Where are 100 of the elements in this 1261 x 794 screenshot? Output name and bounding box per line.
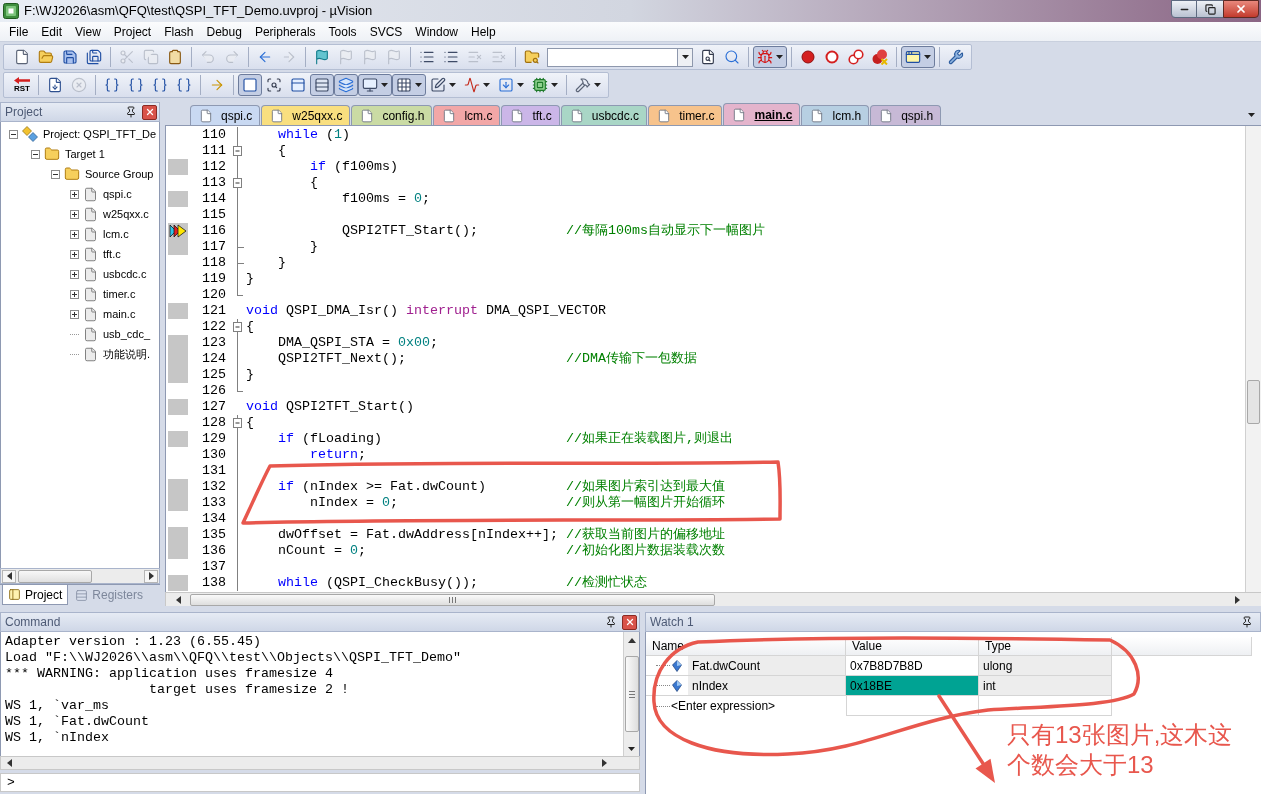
editor-tab[interactable]: timer.c (648, 105, 723, 125)
horizontal-scrollbar[interactable] (0, 568, 160, 584)
file-icon (270, 108, 285, 123)
window-title: F:\WJ2026\asm\QFQ\test\QSPI_TFT_Demo.uvproj - µVision (24, 2, 373, 21)
console-line: WS 1, `Fat.dwCount (5, 714, 149, 730)
expression-input[interactable]: <Enter expression> (671, 697, 831, 715)
caret-icon (681, 55, 689, 59)
tree-item[interactable]: usbcdc.c (103, 265, 147, 283)
tree-item[interactable]: Target 1 (65, 145, 105, 163)
horizontal-scrollbar[interactable] (165, 592, 1261, 606)
minimize-button[interactable] (1171, 0, 1197, 18)
overlapping-squares-icon (1204, 3, 1216, 15)
pin-icon[interactable] (125, 106, 137, 118)
panel-title: Command (5, 614, 61, 631)
up-triangle-icon (627, 637, 636, 643)
plus-box-icon[interactable] (70, 309, 79, 319)
minus-box-icon[interactable] (51, 169, 60, 179)
editor-tab[interactable]: config.h (351, 105, 433, 125)
vertical-scrollbar[interactable] (1245, 126, 1261, 592)
minus-box-icon[interactable] (31, 149, 40, 159)
code-line: nIndex = 0; //则从第一幅图片开始循环 (309, 495, 725, 511)
code-line: while (1) (277, 127, 350, 143)
editor-tab[interactable]: lcm.c (433, 105, 501, 125)
console-line: target uses framesize 2 ! (147, 682, 349, 698)
file-icon (732, 107, 747, 122)
toolbar-button[interactable]: RST (10, 74, 34, 96)
editor-tab[interactable]: tft.c (501, 105, 560, 125)
menu-item[interactable]: Flash (160, 21, 198, 42)
tree-item[interactable]: Project: QSPI_TFT_De (43, 125, 157, 143)
pin-icon[interactable] (1241, 616, 1253, 628)
line-number: 125 (202, 367, 226, 383)
tree-item[interactable]: timer.c (103, 285, 136, 303)
plus-box-icon[interactable] (70, 269, 79, 279)
tree-item[interactable]: main.c (103, 305, 136, 323)
menu-item[interactable]: Help (467, 21, 500, 42)
file-icon (83, 346, 98, 362)
menu-item[interactable]: Project (109, 21, 156, 42)
toolbar-button[interactable] (392, 74, 426, 96)
scrollbar-thumb[interactable] (1247, 380, 1260, 424)
file-icon (83, 326, 98, 342)
plus-box-icon[interactable] (70, 189, 79, 199)
plus-box-icon[interactable] (70, 209, 79, 219)
left-triangle-icon (6, 572, 12, 580)
scrollbar-thumb[interactable] (190, 593, 715, 606)
close-button[interactable] (1223, 0, 1259, 18)
empty-cell[interactable] (846, 696, 979, 716)
plus-box-icon[interactable] (70, 229, 79, 239)
line-number: 117 (202, 239, 226, 255)
empty-cell[interactable] (979, 696, 1112, 716)
scrollbar-thumb[interactable] (18, 569, 92, 583)
tree-item[interactable]: 功能说明. (103, 345, 151, 363)
editor-tab[interactable]: lcm.h (801, 105, 870, 125)
tree-item[interactable]: qspi.c (103, 185, 132, 203)
editor-tab[interactable]: w25qxx.c (261, 105, 351, 125)
code-line: { (309, 175, 318, 191)
tree-item[interactable]: Source Group (85, 165, 154, 183)
minus-box-icon[interactable] (9, 129, 18, 139)
line-number: 126 (202, 383, 226, 399)
panel-tab[interactable]: Project (2, 585, 69, 605)
tree-item[interactable]: lcm.c (103, 225, 129, 243)
plus-box-icon[interactable] (70, 249, 79, 259)
restore-button[interactable] (1197, 0, 1223, 18)
menu-item[interactable]: File (5, 21, 33, 42)
pin-icon[interactable] (605, 616, 617, 628)
plus-box-icon[interactable] (70, 289, 79, 299)
menu-item[interactable]: Tools (324, 21, 361, 42)
code-line: f100ms = 0; (340, 191, 430, 207)
code-line: } (246, 271, 254, 287)
variable-value: 0x7B8D7B8D (846, 656, 979, 676)
editor-tab[interactable]: usbcdc.c (560, 105, 648, 125)
file-icon (83, 206, 98, 222)
code-line: { (277, 143, 286, 159)
tree-item[interactable]: usb_cdc_ (103, 325, 151, 343)
scrollbar-thumb[interactable] (624, 656, 639, 732)
close-button[interactable] (622, 614, 637, 630)
command-input[interactable]: > (0, 773, 640, 792)
line-number: 129 (202, 431, 226, 447)
code-line: dwOffset = Fat.dwAddress[nIndex++]; //获取当前图片的偏移地址 (277, 527, 725, 543)
horizontal-scrollbar[interactable] (0, 756, 640, 770)
vertical-scrollbar[interactable] (623, 632, 639, 756)
editor-tab[interactable]: main.c (723, 103, 801, 125)
editor-tab[interactable]: qspi.h (870, 105, 942, 125)
tree-item[interactable]: tft.c (103, 245, 121, 263)
down-triangle-icon (628, 747, 635, 751)
menu-item[interactable]: View (71, 21, 105, 42)
editor-tab[interactable]: qspi.c (190, 105, 261, 125)
toolbar-button[interactable] (901, 46, 935, 68)
close-button[interactable] (142, 104, 157, 120)
file-icon (510, 108, 525, 123)
toolbar-button[interactable] (358, 74, 392, 96)
menu-item[interactable]: Debug (202, 21, 246, 42)
menu-item[interactable]: Peripherals (250, 21, 320, 42)
menu-item[interactable]: Edit (37, 21, 67, 42)
file-icon (442, 108, 457, 123)
code-line: { (246, 415, 254, 431)
menu-item[interactable]: Window (411, 21, 462, 42)
tree-item[interactable]: w25qxx.c (103, 205, 149, 223)
file-icon (360, 108, 375, 123)
panel-title: Project (5, 104, 43, 121)
menu-item[interactable]: SVCS (365, 21, 407, 42)
